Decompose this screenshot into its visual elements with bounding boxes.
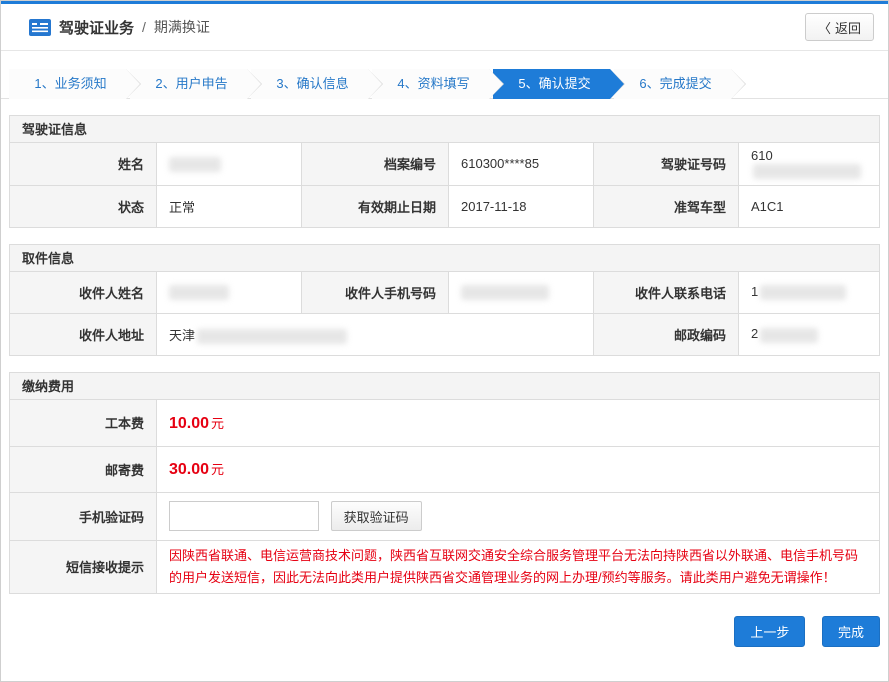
license-info-title: 驾驶证信息 [9,115,880,143]
page-title-separator: / [142,19,146,35]
sms-code-label: 手机验证码 [10,492,157,540]
redacted-value [169,285,229,300]
file-no-value: 610300****85 [449,143,594,185]
get-sms-code-button[interactable]: 获取验证码 [331,501,422,531]
cost-amount: 10.00 [169,415,209,432]
table-row: 手机验证码 获取验证码 [10,492,880,540]
vehicle-type-value: A1C1 [739,185,880,227]
postcode-value: 2 [739,314,880,356]
postage-amount: 30.00 [169,461,209,478]
step-3-confirm-info[interactable]: 3、确认信息 [251,69,368,99]
sms-notice-label: 短信接收提示 [10,540,157,593]
recipient-name-value [157,272,302,314]
step-label: 6、完成提交 [639,76,711,91]
status-value: 正常 [157,185,302,227]
pickup-info-table: 收件人姓名 收件人手机号码 收件人联系电话 1 收件人地址 天津 邮政编码 2 [9,272,880,357]
license-info-section: 驾驶证信息 姓名 档案编号 610300****85 驾驶证号码 610 状态 … [9,115,880,228]
name-label: 姓名 [10,143,157,185]
recipient-tel-prefix: 1 [751,284,758,299]
postcode-prefix: 2 [751,326,758,341]
step-4-fill-materials[interactable]: 4、资料填写 [372,69,489,99]
finish-button[interactable]: 完成 [822,616,880,647]
cost-unit: 元 [211,416,224,431]
step-5-confirm-submit[interactable]: 5、确认提交 [493,69,610,99]
sms-code-cell: 获取验证码 [157,492,880,540]
step-6-finish-submit[interactable]: 6、完成提交 [614,69,731,99]
back-label: 返回 [835,18,861,37]
table-row: 收件人姓名 收件人手机号码 收件人联系电话 1 [10,272,880,314]
name-value [157,143,302,185]
license-no-prefix: 610 [751,148,773,163]
postage-label: 邮寄费 [10,446,157,492]
table-row: 工本费 10.00元 [10,400,880,446]
recipient-phone-value [449,272,594,314]
address-value: 天津 [157,314,594,356]
step-label: 1、业务须知 [34,76,106,91]
postage-value: 30.00元 [157,446,880,492]
page-title: 驾驶证业务 / 期满换证 [29,17,210,38]
license-no-value: 610 [739,143,880,185]
redacted-value [760,328,818,343]
footer-actions: 上一步 完成 [9,616,880,647]
redacted-value [169,157,221,172]
expiry-value: 2017-11-18 [449,185,594,227]
expiry-label: 有效期止日期 [302,185,449,227]
license-card-icon [29,19,51,36]
pickup-info-title: 取件信息 [9,244,880,272]
previous-step-button[interactable]: 上一步 [734,616,805,647]
sms-code-input[interactable] [169,501,319,531]
postage-unit: 元 [211,462,224,477]
fees-table: 工本费 10.00元 邮寄费 30.00元 手机验证码 获取验证码 短信接收提示… [9,400,880,594]
page-title-secondary: 期满换证 [154,17,210,37]
table-row: 姓名 档案编号 610300****85 驾驶证号码 610 [10,143,880,185]
file-no-label: 档案编号 [302,143,449,185]
postcode-label: 邮政编码 [594,314,739,356]
header: 驾驶证业务 / 期满换证 〈 返回 [1,4,888,51]
step-2-user-declaration[interactable]: 2、用户申告 [130,69,247,99]
table-row: 邮寄费 30.00元 [10,446,880,492]
recipient-name-label: 收件人姓名 [10,272,157,314]
license-info-table: 姓名 档案编号 610300****85 驾驶证号码 610 状态 正常 有效期… [9,143,880,228]
step-label: 5、确认提交 [518,76,590,91]
recipient-phone-label: 收件人手机号码 [302,272,449,314]
vehicle-type-label: 准驾车型 [594,185,739,227]
step-label: 4、资料填写 [397,76,469,91]
redacted-value [461,285,549,300]
table-row: 状态 正常 有效期止日期 2017-11-18 准驾车型 A1C1 [10,185,880,227]
page-title-primary: 驾驶证业务 [59,17,134,38]
redacted-value [753,164,861,179]
fees-section: 缴纳费用 工本费 10.00元 邮寄费 30.00元 手机验证码 获取验证码 短… [9,372,880,594]
redacted-value [197,329,347,344]
license-no-label: 驾驶证号码 [594,143,739,185]
address-prefix: 天津 [169,328,195,343]
redacted-value [760,285,846,300]
recipient-tel-value: 1 [739,272,880,314]
pickup-info-section: 取件信息 收件人姓名 收件人手机号码 收件人联系电话 1 收件人地址 天津 邮政… [9,244,880,357]
back-chevron-icon: 〈 [818,18,831,37]
step-label: 2、用户申告 [155,76,227,91]
address-label: 收件人地址 [10,314,157,356]
step-1-business-notice[interactable]: 1、业务须知 [9,69,126,99]
table-row: 收件人地址 天津 邮政编码 2 [10,314,880,356]
sms-warning-text: 因陕西省联通、电信运营商技术问题，陕西省互联网交通安全综合服务管理平台无法向持陕… [169,545,867,589]
status-label: 状态 [10,185,157,227]
step-label: 3、确认信息 [276,76,348,91]
fees-title: 缴纳费用 [9,372,880,400]
step-wizard: 1、业务须知 2、用户申告 3、确认信息 4、资料填写 5、确认提交 6、完成提… [1,69,888,99]
cost-value: 10.00元 [157,400,880,446]
back-button[interactable]: 〈 返回 [805,13,874,41]
sms-notice-value: 因陕西省联通、电信运营商技术问题，陕西省互联网交通安全综合服务管理平台无法向持陕… [157,540,880,593]
table-row: 短信接收提示 因陕西省联通、电信运营商技术问题，陕西省互联网交通安全综合服务管理… [10,540,880,593]
recipient-tel-label: 收件人联系电话 [594,272,739,314]
cost-label: 工本费 [10,400,157,446]
